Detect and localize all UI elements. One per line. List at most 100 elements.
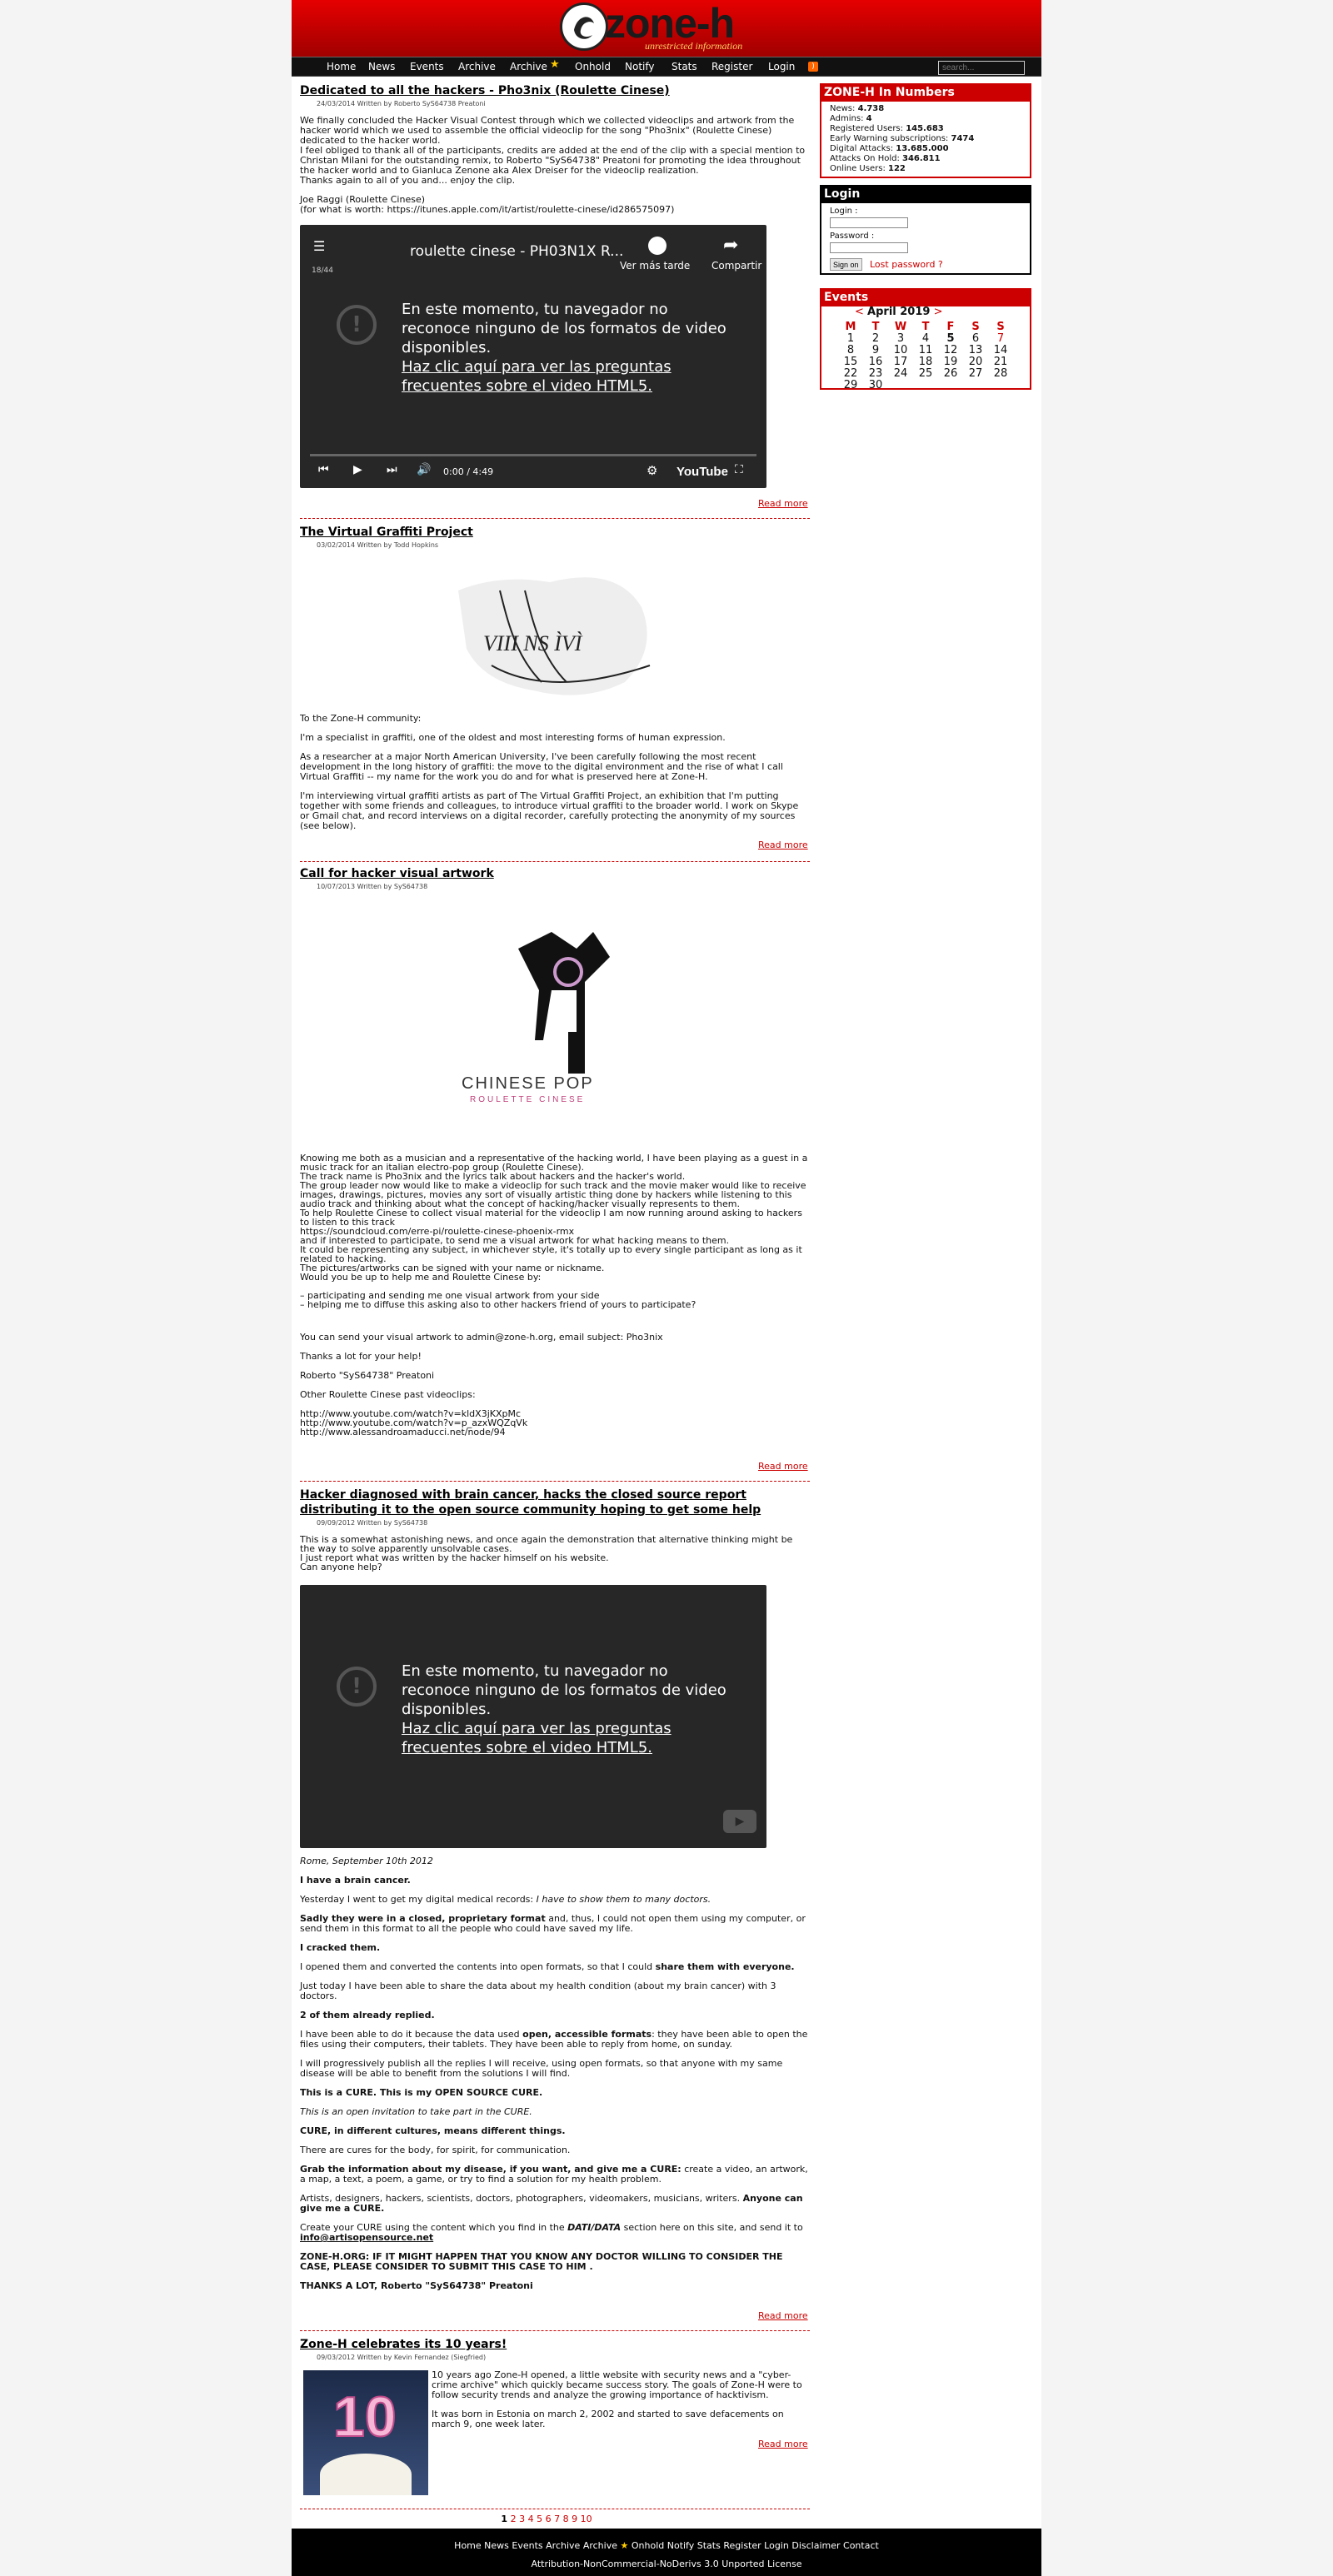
calendar-day[interactable]: 7 [988, 333, 1013, 345]
calendar-day-today[interactable]: 5 [938, 333, 963, 345]
read-more-link[interactable]: Read more [758, 840, 808, 850]
calendar-day[interactable]: 27 [963, 368, 988, 380]
next-month-button[interactable]: > [934, 306, 943, 318]
nav-events[interactable]: Events [410, 60, 444, 73]
calendar-day[interactable]: 1 [838, 333, 863, 345]
calendar-day[interactable]: 15 [838, 356, 863, 368]
license-text[interactable]: Attribution-NonCommercial-NoDerivs 3.0 U… [292, 2559, 1041, 2569]
youtube-logo[interactable]: YouTube [676, 466, 728, 479]
footer-link-notify[interactable]: Notify [667, 2540, 695, 2551]
article-title[interactable]: Dedicated to all the hackers - Pho3nix (… [300, 83, 810, 98]
rss-icon[interactable]: ) [808, 62, 818, 72]
password-field[interactable] [830, 242, 908, 253]
calendar-day[interactable]: 12 [938, 345, 963, 356]
page-link[interactable]: 4 [528, 2514, 534, 2524]
play-icon[interactable]: ▶ [353, 463, 362, 476]
calendar-day[interactable]: 2 [863, 333, 888, 345]
nav-archive[interactable]: Archive [458, 60, 496, 73]
article-title[interactable]: Zone-H celebrates its 10 years! [300, 2337, 810, 2352]
html5-faq-link[interactable]: Haz clic aquí para ver las preguntas fre… [402, 357, 735, 396]
calendar-day[interactable]: 8 [838, 345, 863, 356]
page-link[interactable]: 8 [563, 2514, 569, 2524]
share-icon[interactable]: ➦ [723, 235, 738, 256]
calendar-day[interactable]: 30 [863, 380, 888, 391]
prev-icon[interactable]: ⏮ [318, 463, 329, 476]
page-link[interactable]: 7 [554, 2514, 560, 2524]
prev-month-button[interactable]: < [855, 306, 864, 318]
video-link[interactable]: http://www.alessandroamaducci.net/node/9… [300, 1428, 810, 1437]
read-more-link[interactable]: Read more [758, 2439, 808, 2449]
login-field[interactable] [830, 217, 908, 228]
calendar-day[interactable]: 17 [888, 356, 913, 368]
youtube-player[interactable]: ☰ 18/44 roulette cinese - PH03N1X R... V… [300, 225, 766, 488]
footer-link-news[interactable]: News [484, 2540, 509, 2551]
nav-home[interactable]: Home [327, 60, 356, 73]
nav-news[interactable]: News [368, 60, 395, 73]
calendar-day[interactable]: 24 [888, 368, 913, 380]
nav-stats[interactable]: Stats [671, 60, 697, 73]
fullscreen-icon[interactable]: ⛶ [735, 463, 743, 476]
playlist-icon[interactable]: ☰ [313, 238, 325, 254]
calendar-day[interactable]: 19 [938, 356, 963, 368]
footer-link-disclaimer[interactable]: Disclaimer [791, 2540, 840, 2551]
footer-link-stats[interactable]: Stats [697, 2540, 721, 2551]
progress-bar[interactable] [310, 454, 756, 456]
page-link[interactable]: 9 [572, 2514, 577, 2524]
page-link[interactable]: 6 [546, 2514, 552, 2524]
calendar-day[interactable]: 10 [888, 345, 913, 356]
calendar-day[interactable]: 6 [963, 333, 988, 345]
calendar-day[interactable]: 18 [913, 356, 938, 368]
video-title[interactable]: roulette cinese - PH03N1X R... [410, 243, 623, 260]
html5-faq-link[interactable]: Haz clic aquí para ver las preguntas fre… [402, 1719, 735, 1757]
calendar-day[interactable]: 22 [838, 368, 863, 380]
article-title[interactable]: Hacker diagnosed with brain cancer, hack… [300, 1487, 810, 1517]
calendar-day[interactable]: 16 [863, 356, 888, 368]
read-more-link[interactable]: Read more [758, 1461, 808, 1472]
lost-password-link[interactable]: Lost password ? [870, 259, 943, 270]
watch-later-label[interactable]: Ver más tarde [620, 260, 690, 272]
calendar-day[interactable]: 4 [913, 333, 938, 345]
youtube-player[interactable]: ! En este momento, tu navegador no recon… [300, 1585, 766, 1848]
share-label[interactable]: Compartir [711, 260, 761, 272]
footer-link-home[interactable]: Home [454, 2540, 481, 2551]
volume-icon[interactable]: 🔊 [417, 463, 431, 476]
search-input[interactable] [938, 61, 1025, 75]
footer-link-login[interactable]: Login [764, 2540, 789, 2551]
site-logo[interactable]: zone-h unrestricted information [558, 0, 775, 57]
page-link[interactable]: 3 [519, 2514, 525, 2524]
calendar-day[interactable]: 21 [988, 356, 1013, 368]
nav-onhold[interactable]: Onhold [575, 60, 611, 73]
watch-later-icon[interactable] [648, 237, 666, 255]
footer-link-archive[interactable]: Archive [546, 2540, 580, 2551]
calendar-day[interactable]: 29 [838, 380, 863, 391]
settings-icon[interactable]: ⚙ [647, 463, 657, 478]
calendar-day[interactable]: 14 [988, 345, 1013, 356]
footer-link-archive-special[interactable]: Archive [583, 2540, 617, 2551]
calendar-day[interactable]: 11 [913, 345, 938, 356]
calendar-day[interactable]: 13 [963, 345, 988, 356]
nav-register[interactable]: Register [711, 60, 752, 73]
nav-archive-special[interactable]: Archive [510, 60, 547, 73]
footer-link-register[interactable]: Register [723, 2540, 761, 2551]
email-link[interactable]: info@artisopensource.net [300, 2232, 433, 2243]
footer-link-events[interactable]: Events [512, 2540, 542, 2551]
calendar-day[interactable]: 3 [888, 333, 913, 345]
calendar-day[interactable]: 20 [963, 356, 988, 368]
calendar-day[interactable]: 28 [988, 368, 1013, 380]
article-title[interactable]: The Virtual Graffiti Project [300, 525, 810, 540]
read-more-link[interactable]: Read more [758, 2310, 808, 2321]
next-icon[interactable]: ⏭ [387, 463, 397, 476]
read-more-link[interactable]: Read more [758, 498, 808, 509]
footer-link-onhold[interactable]: Onhold [632, 2540, 664, 2551]
article-title[interactable]: Call for hacker visual artwork [300, 866, 810, 881]
nav-notify[interactable]: Notify [625, 60, 654, 73]
sign-on-button[interactable]: Sign on [830, 258, 862, 271]
footer-link-contact[interactable]: Contact [843, 2540, 879, 2551]
calendar-day[interactable]: 25 [913, 368, 938, 380]
page-link[interactable]: 10 [581, 2514, 592, 2524]
nav-login[interactable]: Login [768, 60, 795, 73]
calendar-day[interactable]: 23 [863, 368, 888, 380]
calendar-day[interactable]: 26 [938, 368, 963, 380]
page-link[interactable]: 5 [537, 2514, 542, 2524]
page-link[interactable]: 2 [511, 2514, 517, 2524]
